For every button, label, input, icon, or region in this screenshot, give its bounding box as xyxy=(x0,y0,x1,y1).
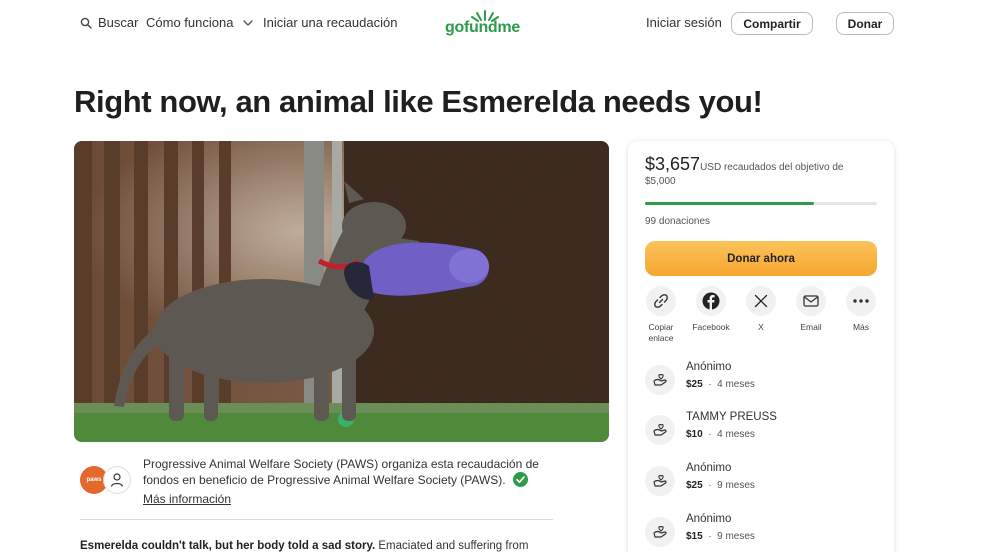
donations-count: 99 donaciones xyxy=(645,216,711,227)
donation-hand-icon xyxy=(645,365,675,395)
share-copy-link-label: Copiar enlace xyxy=(648,322,674,343)
amount-raised: $3,657USD recaudados del objetivo de $5,… xyxy=(645,154,881,189)
share-facebook-label: Facebook xyxy=(692,322,730,332)
login-link[interactable]: Iniciar sesión xyxy=(646,15,722,30)
raised-currency-text: USD recaudados del objetivo de xyxy=(700,162,844,173)
donor-meta: $10 · 4 meses xyxy=(686,429,755,440)
story-rest: Emaciated and suffering from xyxy=(378,540,529,552)
donor-name: Anónimo xyxy=(686,513,732,525)
organizer-avatar-text: paws xyxy=(86,477,102,483)
logo-text: gofundme xyxy=(445,19,520,36)
link-icon xyxy=(654,294,668,308)
donor-item: Anónimo $15 · 9 meses xyxy=(645,513,875,552)
story-text: Esmerelda couldn't talk, but her body to… xyxy=(80,540,560,552)
verified-check-icon xyxy=(512,472,528,487)
donor-amount: $10 xyxy=(686,429,703,440)
organizer-description-text: Progressive Animal Welfare Society (PAWS… xyxy=(143,457,539,487)
share-x-label: X xyxy=(758,322,764,332)
email-icon xyxy=(803,295,819,307)
share-facebook[interactable]: Facebook xyxy=(686,286,736,333)
x-icon xyxy=(754,294,768,308)
donor-name: Anónimo xyxy=(686,462,732,474)
donor-item: TAMMY PREUSS $10 · 4 meses xyxy=(645,411,875,451)
how-it-works-label: Cómo funciona xyxy=(146,15,234,30)
donor-meta: $15 · 9 meses xyxy=(686,531,755,542)
page-title: Right now, an animal like Esmerelda need… xyxy=(74,84,763,119)
search-icon xyxy=(80,17,92,29)
donation-hand-icon xyxy=(645,466,675,496)
share-email[interactable]: Email xyxy=(786,286,836,333)
top-navigation: Buscar Cómo funciona Iniciar una recauda… xyxy=(0,0,986,46)
raised-amount: $3,657 xyxy=(645,154,701,174)
donor-meta: $25 · 4 meses xyxy=(686,379,755,390)
person-icon xyxy=(110,473,124,487)
story-lead: Esmerelda couldn't talk, but her body to… xyxy=(80,540,376,552)
search-link[interactable]: Buscar xyxy=(80,15,138,30)
donor-item: Anónimo $25 · 9 meses xyxy=(645,462,875,502)
donor-name: Anónimo xyxy=(686,361,732,373)
donor-meta: $25 · 9 meses xyxy=(686,480,755,491)
how-it-works-menu[interactable]: Cómo funciona xyxy=(146,15,255,30)
beneficiary-avatar[interactable] xyxy=(103,466,131,494)
more-info-link[interactable]: Más información xyxy=(143,492,231,506)
donor-amount: $25 xyxy=(686,379,703,390)
share-more[interactable]: Más xyxy=(836,286,886,333)
goal-amount: $5,000 xyxy=(645,176,676,187)
section-divider xyxy=(80,519,553,520)
donate-now-button[interactable]: Donar ahora xyxy=(645,241,877,276)
facebook-icon xyxy=(702,292,720,310)
share-more-label: Más xyxy=(852,322,870,332)
donation-card: $3,657USD recaudados del objetivo de $5,… xyxy=(628,141,894,552)
share-x[interactable]: X xyxy=(736,286,786,333)
donor-name: TAMMY PREUSS xyxy=(686,411,777,423)
login-label: Iniciar sesión xyxy=(646,15,722,30)
start-fundraiser-label: Iniciar una recaudación xyxy=(263,15,398,30)
more-icon xyxy=(853,299,869,303)
start-fundraiser-link[interactable]: Iniciar una recaudación xyxy=(263,15,397,30)
donation-hand-icon xyxy=(645,415,675,445)
donate-button[interactable]: Donar xyxy=(836,12,894,35)
share-button[interactable]: Compartir xyxy=(731,12,813,35)
donor-time: 4 meses xyxy=(717,379,755,390)
dog-with-toy-image xyxy=(74,141,609,442)
fundraiser-photo[interactable] xyxy=(74,141,609,442)
chevron-down-icon xyxy=(243,19,254,26)
donation-hand-icon xyxy=(645,517,675,547)
gofundme-logo[interactable]: gofundme xyxy=(445,8,525,38)
share-copy-link[interactable]: Copiar enlace xyxy=(636,286,686,344)
organizer-description: Progressive Animal Welfare Society (PAWS… xyxy=(143,456,543,488)
share-email-label: Email xyxy=(800,322,822,332)
donor-time: 9 meses xyxy=(717,480,755,491)
progress-bar-fill xyxy=(645,202,815,205)
donor-amount: $15 xyxy=(686,531,703,542)
donor-item: Anónimo $25 · 4 meses xyxy=(645,361,875,401)
search-label: Buscar xyxy=(98,15,139,30)
donor-time: 4 meses xyxy=(717,429,755,440)
donor-time: 9 meses xyxy=(717,531,755,542)
share-options: Copiar enlace Facebook X Email Más xyxy=(645,286,885,346)
donor-amount: $25 xyxy=(686,480,703,491)
progress-bar xyxy=(645,202,877,205)
